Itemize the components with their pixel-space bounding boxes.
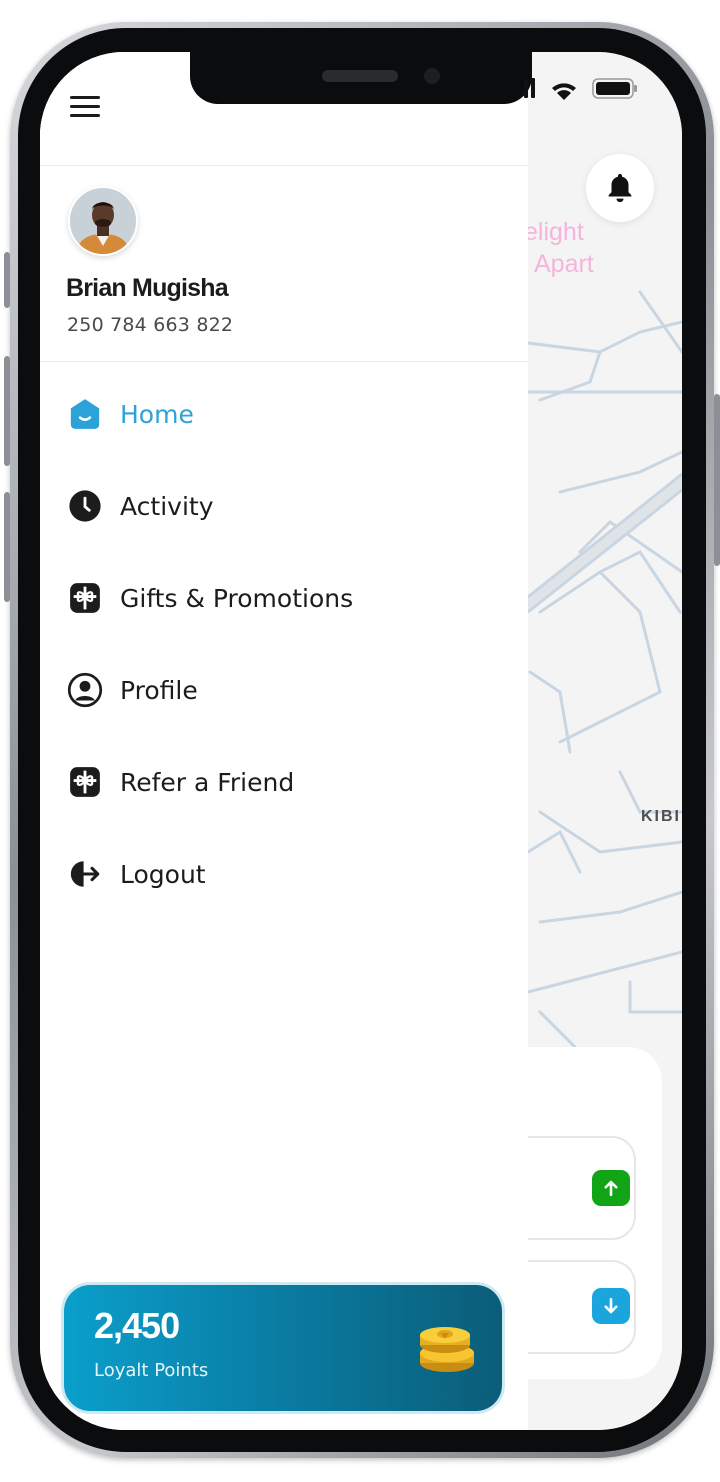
logout-icon [66,855,104,893]
clock-icon [66,487,104,525]
volume-down-button [4,492,10,602]
arrow-up-icon [592,1170,630,1206]
signal-icon [524,80,528,98]
menu-label-refer: Refer a Friend [120,767,295,797]
hamburger-icon-bar [70,114,100,117]
navigation-drawer: Brian Mugisha 250 784 663 822 Home Activ… [40,52,528,1430]
mute-switch [4,252,10,308]
loyalty-points-value: 2,450 [94,1305,180,1346]
map-district-label: KIBI [641,808,681,825]
hamburger-icon [70,96,100,99]
menu-label-logout: Logout [120,859,206,889]
divider [40,361,528,362]
status-bar-icons [524,78,637,100]
screen: elight Apart KIBI Brian Mugisha 250 784 … [40,52,682,1430]
divider [40,165,528,166]
gift-icon [66,579,104,617]
map-place-label-1: elight [524,218,584,246]
menu-toggle-button[interactable] [68,94,102,120]
home-icon [66,395,104,433]
menu-item-gifts-promotions[interactable]: Gifts & Promotions [66,570,496,626]
wifi-icon [552,83,576,91]
user-circle-icon [66,671,104,709]
avatar[interactable] [68,186,138,256]
menu-item-refer-friend[interactable]: Refer a Friend [66,754,496,810]
user-phone: 250 784 663 822 [67,314,234,336]
menu-item-profile[interactable]: Profile [66,662,496,718]
coins-icon [420,1327,474,1372]
menu-label-home: Home [120,399,194,429]
power-button [714,394,720,566]
loyalty-points-card[interactable]: 2,450 Loyalt Points [64,1285,502,1411]
map-place-label-2: Apart [534,250,594,278]
menu-label-profile: Profile [120,675,198,705]
notification-button[interactable] [586,154,654,222]
volume-up-button [4,356,10,466]
menu-label-activity: Activity [120,491,214,521]
front-camera [424,68,440,84]
speaker-grille [322,70,398,82]
menu-item-logout[interactable]: Logout [66,846,496,902]
hamburger-icon-bar [70,105,100,108]
gift-icon [66,763,104,801]
user-name: Brian Mugisha [66,274,229,302]
device-notch [190,52,532,104]
menu-label-gifts: Gifts & Promotions [120,583,354,613]
loyalty-points-label: Loyalt Points [94,1360,209,1381]
bell-icon [608,173,632,203]
arrow-down-icon [592,1288,630,1324]
menu-item-home[interactable]: Home [66,386,496,442]
menu-item-activity[interactable]: Activity [66,478,496,534]
